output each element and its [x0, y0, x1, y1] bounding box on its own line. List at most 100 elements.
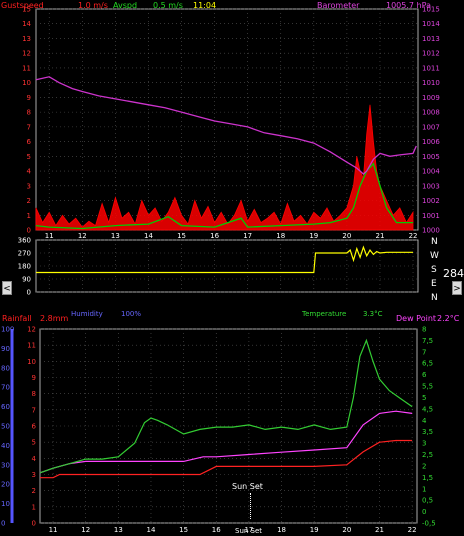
wind-direction-chart: 0 90 180 270 360	[18, 237, 419, 297]
x-tick-label: 12	[81, 526, 90, 534]
compass-e: E	[431, 279, 437, 289]
y-tick-label-rain: 8	[32, 390, 36, 398]
y-tick-label-rain: 10	[27, 358, 36, 366]
y-tick-label-humidity: 80	[1, 364, 10, 372]
compass-w: W	[430, 251, 439, 261]
y-tick-label-rain: 1	[32, 503, 36, 511]
y-tick-label-temp: 2,5	[422, 451, 433, 459]
temperature-value: 3.3°C	[363, 310, 383, 318]
y-tick-label-right: 1012	[422, 50, 440, 58]
y-tick-label-temp: 4	[422, 417, 427, 425]
sunset-axis-label: Sun Set	[235, 527, 263, 535]
y-tick-label-humidity: 70	[1, 384, 10, 392]
y-tick-label: 360	[18, 237, 31, 245]
scroll-left-button[interactable]: <	[2, 281, 12, 295]
y-tick-label-right: 1014	[422, 20, 440, 28]
y-tick-label-left: 4	[27, 168, 32, 176]
y-tick-label-rain: 6	[32, 423, 37, 431]
x-tick-label: 22	[408, 526, 417, 534]
y-tick-label-humidity: 0	[1, 520, 5, 528]
y-tick-label: 90	[22, 276, 31, 284]
y-tick-label-left: 11	[22, 64, 31, 72]
y-tick-label-left: 15	[22, 6, 31, 14]
rainfall-label: Rainfall	[2, 314, 32, 323]
y-tick-label-temp: -0,5	[422, 520, 436, 528]
y-tick-label-temp: 0	[422, 508, 426, 516]
y-tick-label-left: 6	[27, 138, 32, 146]
scroll-right-button[interactable]: >	[452, 281, 462, 295]
y-tick-label-right: 1007	[422, 123, 440, 131]
compass-n-top: N	[431, 237, 438, 247]
y-tick-label-left: 9	[27, 94, 31, 102]
y-tick-label-temp: 3	[422, 440, 426, 448]
dewpoint-value: 2.2°C	[437, 314, 460, 323]
y-tick-label-temp: 7	[422, 348, 426, 356]
y-tick-label-temp: 5	[422, 394, 426, 402]
y-tick-label-temp: 6	[422, 371, 427, 379]
x-tick-label: 15	[179, 526, 188, 534]
y-tick-label-temp: 4,5	[422, 405, 433, 413]
y-tick-label-temp: 0,5	[422, 497, 433, 505]
y-tick-label-right: 1005	[422, 153, 440, 161]
dewpoint-label: Dew Point	[396, 314, 437, 323]
y-tick-label-rain: 9	[32, 374, 36, 382]
y-tick-label-left: 12	[22, 50, 31, 58]
wind-direction-current: 284°	[443, 267, 464, 280]
rainfall-value: 2.8mm	[40, 314, 69, 323]
y-tick-label-right: 1015	[422, 6, 440, 14]
wind-direction-series	[36, 245, 413, 274]
x-tick-label: 19	[310, 526, 319, 534]
y-tick-label-rain: 5	[32, 439, 36, 447]
y-tick-label-humidity: 10	[1, 500, 10, 508]
temperature-label: Temperature	[302, 310, 347, 318]
x-tick-label: 14	[147, 526, 156, 534]
sunset-label: Sun Set	[232, 482, 263, 491]
y-tick-label: 270	[18, 250, 31, 258]
y-tick-label-right: 1009	[422, 94, 440, 102]
y-tick-label-right: 1002	[422, 197, 440, 205]
y-tick-label-temp: 3,5	[422, 428, 433, 436]
y-tick-label-temp: 8	[422, 326, 426, 334]
y-tick-label-rain: 3	[32, 471, 36, 479]
y-tick-label-right: 1000	[422, 227, 440, 235]
y-tick-label-left: 5	[27, 153, 31, 161]
y-tick-label-right: 1013	[422, 35, 440, 43]
humidity-label: Humidity	[71, 310, 103, 318]
y-tick-label-rain: 12	[27, 326, 36, 334]
y-tick-label-humidity: 50	[1, 423, 10, 431]
y-tick-label-humidity: 100	[1, 326, 14, 334]
y-tick-label-rain: 0	[32, 520, 36, 528]
y-tick-label-humidity: 20	[1, 481, 10, 489]
y-tick-label: 0	[27, 289, 31, 297]
y-tick-label-left: 0	[27, 227, 31, 235]
y-tick-label-temp: 5,5	[422, 383, 433, 391]
y-tick-label-left: 3	[27, 182, 31, 190]
y-tick-label-temp: 1,5	[422, 474, 433, 482]
y-tick-label-left: 8	[27, 109, 31, 117]
y-tick-label-right: 1006	[422, 138, 440, 146]
y-tick-label-left: 14	[22, 20, 31, 28]
y-tick-label-humidity: 30	[1, 461, 10, 469]
y-tick-label-rain: 11	[27, 342, 36, 350]
y-tick-label-left: 2	[27, 197, 31, 205]
y-tick-label-right: 1001	[422, 212, 440, 220]
y-tick-label-humidity: 90	[1, 345, 10, 353]
y-tick-label-right: 1010	[422, 79, 440, 87]
y-tick-label-left: 13	[22, 35, 31, 43]
humidity-value: 100%	[121, 310, 142, 318]
y-tick-label-rain: 2	[32, 487, 36, 495]
x-tick-label: 11	[49, 526, 58, 534]
temperature-humidity-chart: 0102030405060708090100 0123456789101112 …	[1, 326, 436, 534]
wind-barometer-chart: 0123456789101112131415 10001001100210031…	[22, 6, 440, 241]
y-tick-label-left: 10	[22, 79, 31, 87]
y-tick-label-right: 1011	[422, 64, 440, 72]
y-tick-label-temp: 1	[422, 485, 426, 493]
sunset-marker	[250, 493, 251, 519]
y-tick-label-right: 1003	[422, 182, 440, 190]
compass-s: S	[431, 265, 437, 275]
y-tick-label-humidity: 40	[1, 442, 10, 450]
x-tick-label: 21	[375, 526, 384, 534]
y-tick-label-temp: 7,5	[422, 337, 433, 345]
y-tick-label-rain: 4	[32, 455, 37, 463]
y-tick-label-left: 1	[27, 212, 31, 220]
